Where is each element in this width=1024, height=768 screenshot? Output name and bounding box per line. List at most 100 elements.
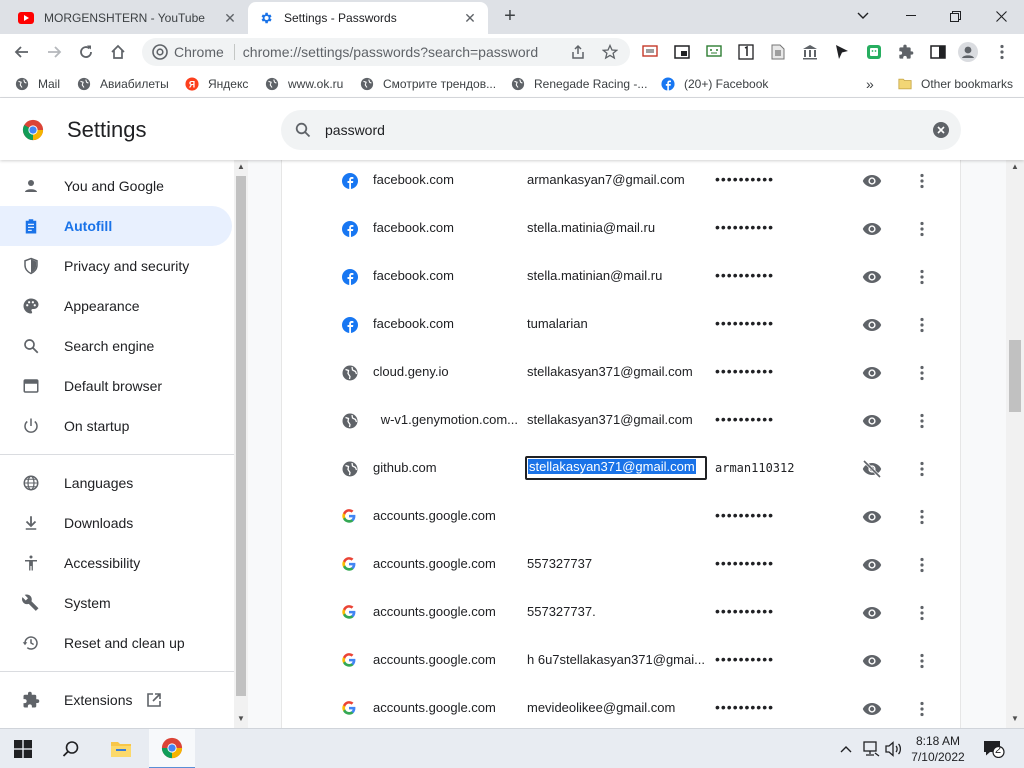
show-password-icon[interactable] <box>861 602 883 624</box>
bookmark-facebook[interactable]: (20+) Facebook <box>660 75 768 93</box>
extension-cursor-icon[interactable] <box>832 42 852 62</box>
profile-avatar-icon[interactable] <box>958 42 978 62</box>
more-actions-icon[interactable] <box>914 410 930 432</box>
sidebar-scrollbar[interactable]: ▲ ▼ <box>234 160 248 728</box>
tab-settings-passwords[interactable]: Settings - Passwords ✕ <box>248 2 488 34</box>
password-site[interactable]: accounts.google.com <box>373 652 521 667</box>
password-site[interactable]: github.com <box>373 460 521 475</box>
close-tab-icon[interactable]: ✕ <box>462 10 478 26</box>
password-username[interactable]: armankasyan7@gmail.com <box>527 172 705 187</box>
menu-kebab-icon[interactable] <box>992 42 1012 62</box>
password-site[interactable]: accounts.google.com <box>373 604 521 619</box>
forward-button[interactable] <box>40 38 68 66</box>
password-username[interactable]: stellakasyan371@gmail.com <box>527 364 705 379</box>
more-actions-icon[interactable] <box>914 506 930 528</box>
bookmark-aviabilety[interactable]: Авиабилеты <box>76 75 169 93</box>
bookmark-trends[interactable]: Смотрите трендов... <box>359 75 496 93</box>
more-actions-icon[interactable] <box>914 650 930 672</box>
scrollbar-thumb[interactable] <box>236 176 246 696</box>
bookmark-yandex[interactable]: Я Яндекс <box>184 75 248 93</box>
password-site[interactable]: ...w-v1.genymotion.com <box>373 412 518 427</box>
password-username[interactable]: stellakasyan371@gmail.com <box>525 456 707 480</box>
show-password-icon[interactable] <box>861 410 883 432</box>
main-scrollbar[interactable]: ▲ ▼ <box>1006 160 1024 728</box>
password-username[interactable]: stellakasyan371@gmail.com <box>527 412 705 427</box>
show-password-icon[interactable] <box>861 506 883 528</box>
scroll-down-arrow-icon[interactable]: ▼ <box>237 714 245 723</box>
settings-search-input[interactable]: password <box>281 110 961 150</box>
password-username[interactable]: stella.matinia@mail.ru <box>527 220 705 235</box>
bookmark-mail[interactable]: Mail <box>14 75 60 93</box>
sidebar-item-privacy-and-security[interactable]: Privacy and security <box>0 246 232 286</box>
sidebar-item-accessibility[interactable]: Accessibility <box>0 543 232 583</box>
picture-in-picture-icon[interactable] <box>672 42 692 62</box>
scroll-up-arrow-icon[interactable]: ▲ <box>237 162 245 171</box>
sidebar-item-appearance[interactable]: Appearance <box>0 286 232 326</box>
bookmark-renegade-racing[interactable]: Renegade Racing -... <box>510 75 647 93</box>
minimize-button[interactable] <box>888 0 933 32</box>
scroll-down-arrow-icon[interactable]: ▼ <box>1011 714 1019 723</box>
sidebar-item-on-startup[interactable]: On startup <box>0 406 232 446</box>
show-password-icon[interactable] <box>861 650 883 672</box>
password-username[interactable]: stella.matinian@mail.ru <box>527 268 705 283</box>
extension-document-icon[interactable] <box>768 42 788 62</box>
tab-youtube[interactable]: MORGENSHTERN - YouTube ✕ <box>8 2 248 34</box>
extension-building-icon[interactable] <box>800 42 820 62</box>
sidebar-item-languages[interactable]: Languages <box>0 463 232 503</box>
password-site[interactable]: facebook.com <box>373 220 521 235</box>
sidebar-item-extensions[interactable]: Extensions <box>0 680 232 720</box>
sidebar-item-reset-and-clean-up[interactable]: Reset and clean up <box>0 623 232 663</box>
address-bar[interactable]: Chrome chrome://settings/passwords?searc… <box>142 38 630 66</box>
show-password-icon[interactable] <box>861 554 883 576</box>
password-site[interactable]: accounts.google.com <box>373 508 521 523</box>
more-actions-icon[interactable] <box>914 266 930 288</box>
sidebar-item-search-engine[interactable]: Search engine <box>0 326 232 366</box>
password-username[interactable]: h 6u7stellakasyan371@gmai... <box>527 652 705 667</box>
show-password-icon[interactable] <box>861 698 883 720</box>
reload-button[interactable] <box>72 38 100 66</box>
close-window-button[interactable] <box>979 0 1024 32</box>
scroll-up-arrow-icon[interactable]: ▲ <box>1011 162 1019 171</box>
password-username[interactable]: 557327737. <box>527 604 705 619</box>
password-site[interactable]: facebook.com <box>373 268 521 283</box>
hide-password-icon[interactable] <box>861 458 883 480</box>
show-password-icon[interactable] <box>861 314 883 336</box>
tab-search-chevron-icon[interactable] <box>840 0 885 32</box>
more-bookmarks-chevron-icon[interactable]: » <box>866 75 874 93</box>
notifications-button[interactable]: 2 <box>982 739 1006 759</box>
password-site[interactable]: accounts.google.com <box>373 556 521 571</box>
site-info-chip[interactable]: Chrome <box>152 44 235 60</box>
sidebar-item-downloads[interactable]: Downloads <box>0 503 232 543</box>
new-tab-button[interactable]: + <box>500 6 520 26</box>
extension-one-icon[interactable] <box>736 42 756 62</box>
extension-screen-icon[interactable] <box>704 42 724 62</box>
extension-cast-icon[interactable] <box>640 42 660 62</box>
show-password-icon[interactable] <box>861 266 883 288</box>
show-hidden-icons-chevron-icon[interactable] <box>838 739 854 759</box>
more-actions-icon[interactable] <box>914 314 930 336</box>
other-bookmarks-folder[interactable]: Other bookmarks <box>897 75 1013 93</box>
password-username[interactable]: 557327737 <box>527 556 705 571</box>
chrome-taskbar-button[interactable] <box>149 729 195 768</box>
password-site[interactable]: cloud.geny.io <box>373 364 521 379</box>
network-icon[interactable] <box>862 739 882 759</box>
more-actions-icon[interactable] <box>914 602 930 624</box>
more-actions-icon[interactable] <box>914 218 930 240</box>
show-password-icon[interactable] <box>861 170 883 192</box>
extension-green-face-icon[interactable] <box>864 42 884 62</box>
sidebar-item-default-browser[interactable]: Default browser <box>0 366 232 406</box>
file-explorer-button[interactable] <box>98 729 144 768</box>
system-clock[interactable]: 8:18 AM 7/10/2022 <box>900 733 976 765</box>
back-button[interactable] <box>8 38 36 66</box>
sidebar-item-you-and-google[interactable]: You and Google <box>0 166 232 206</box>
sidebar-item-autofill[interactable]: Autofill <box>0 206 232 246</box>
password-site[interactable]: facebook.com <box>373 172 521 187</box>
password-site[interactable]: facebook.com <box>373 316 521 331</box>
share-icon[interactable] <box>564 38 592 66</box>
close-tab-icon[interactable]: ✕ <box>222 10 238 26</box>
search-value[interactable]: password <box>325 122 921 138</box>
clear-search-icon[interactable] <box>921 122 961 138</box>
more-actions-icon[interactable] <box>914 698 930 720</box>
password-username[interactable]: tumalarian <box>527 316 705 331</box>
bookmark-star-icon[interactable] <box>596 38 624 66</box>
